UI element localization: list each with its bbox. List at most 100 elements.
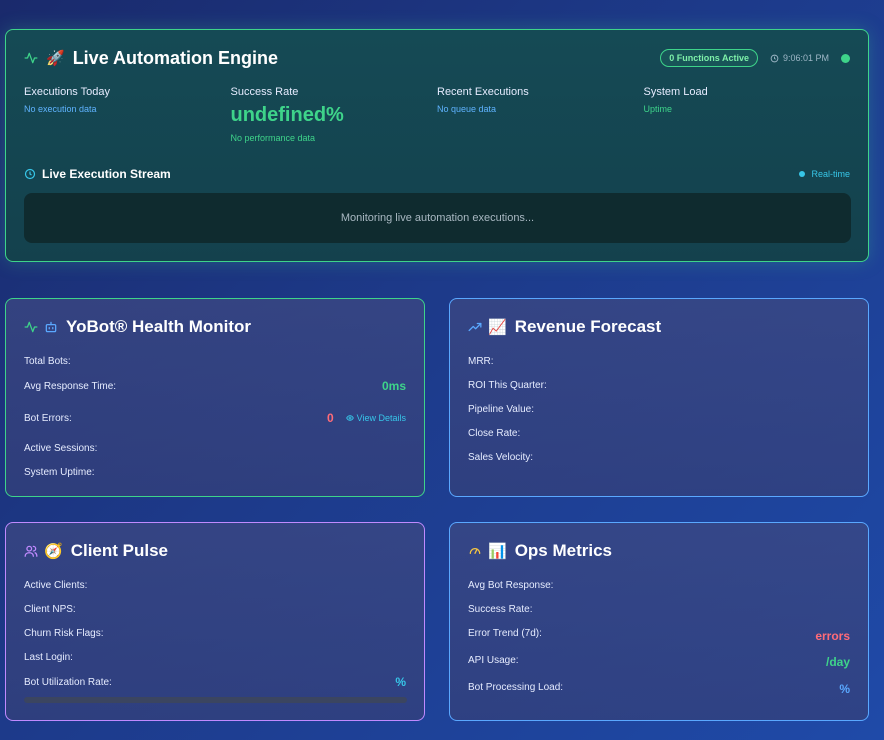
metric-label: Bot Errors: [24,412,72,424]
metric-churn-risk: Churn Risk Flags: [24,625,406,641]
metric-label: Churn Risk Flags: [24,627,104,639]
metric-success-rate: Success Rate: [468,601,850,617]
utilization-progress-bar [24,697,407,703]
metric-label: Bot Processing Load: [468,681,564,693]
dashboard: 🚀 Live Automation Engine 0 Functions Act… [0,0,884,740]
rocket-icon: 🚀 [46,50,65,67]
card-header: 📈 Revenue Forecast [468,315,850,339]
metric-pipeline-value: Pipeline Value: [468,401,850,417]
engine-stats: Executions Today No execution data Succe… [24,86,850,143]
realtime-dot [799,171,806,177]
trending-up-icon [468,320,482,334]
live-automation-engine-card: 🚀 Live Automation Engine 0 Functions Act… [5,29,869,262]
engine-time: 9:06:01 PM [782,53,829,63]
metric-label: Success Rate: [468,603,533,615]
metric-roi: ROI This Quarter: [468,377,850,393]
metric-bot-utilization: Bot Utilization Rate: % [24,674,406,690]
metric-value: 0 [326,411,334,425]
metric-active-sessions: Active Sessions: [24,440,406,456]
eye-icon [345,414,354,422]
metric-value: errors [815,629,850,643]
metric-label: API Usage: [468,654,519,666]
metric-bot-errors: Bot Errors: 0 View Details [24,410,406,426]
stat-label: Recent Executions [437,86,529,98]
engine-header: 🚀 Live Automation Engine 0 Functions Act… [24,46,850,70]
client-pulse-card: 🧭 Client Pulse Active Clients: Client NP… [5,522,425,721]
metric-label: Client NPS: [24,603,76,615]
health-monitor-card: YoBot® Health Monitor Total Bots: Avg Re… [5,298,425,497]
stat-label: Executions Today [24,86,111,98]
metric-error-trend: Error Trend (7d): errors [468,625,850,644]
stat-success-rate: Success Rate undefined% No performance d… [231,86,438,143]
stat-sub: No performance data [230,133,316,143]
card-header: YoBot® Health Monitor [24,315,406,339]
clock-icon [770,54,779,63]
metric-api-usage: API Usage: /day [468,652,850,670]
stat-sub: No execution data [24,104,97,114]
metric-label: ROI This Quarter: [468,379,547,391]
bot-icon [44,320,58,334]
metric-label: Active Sessions: [24,442,98,454]
metric-label: Avg Response Time: [24,380,117,392]
users-icon [24,544,38,558]
stream-title: Live Execution Stream [42,167,171,181]
engine-status: 0 Functions Active 9:06:01 PM [660,49,850,67]
card-header: 🧭 Client Pulse [24,539,406,563]
metric-client-nps: Client NPS: [24,601,406,617]
engine-clock: 9:06:01 PM [770,53,829,63]
stream-header: Live Execution Stream Real-time [24,167,850,181]
metric-mrr: MRR: [468,353,850,369]
metric-label: Close Rate: [468,427,521,439]
metric-avg-response-time: Avg Response Time: 0ms [24,378,406,394]
metric-label: Avg Bot Response: [468,579,554,591]
view-details-link[interactable]: View Details [345,413,406,423]
metric-total-bots: Total Bots: [24,353,406,369]
engine-title: Live Automation Engine [72,47,279,68]
execution-stream: Monitoring live automation executions... [24,193,851,243]
metric-sales-velocity: Sales Velocity: [468,449,850,465]
metric-active-clients: Active Clients: [24,577,406,593]
card-title: Revenue Forecast [514,317,662,336]
stat-value: undefined% [230,104,344,126]
stat-label: Success Rate [230,86,299,98]
functions-active-badge: 0 Functions Active [660,49,758,67]
ops-metrics-card: 📊 Ops Metrics Avg Bot Response: Success … [449,522,869,721]
metric-label: Error Trend (7d): [468,627,542,639]
stat-sub: No queue data [437,104,497,114]
metric-processing-load: Bot Processing Load: % [468,679,850,697]
activity-icon [24,51,38,65]
stat-label: System Load [643,86,708,98]
card-title: Ops Metrics [514,541,612,560]
stat-system-load: System Load Uptime [644,86,851,143]
metric-label: Total Bots: [24,355,71,367]
metric-label: Active Clients: [24,579,88,591]
metric-label: System Uptime: [24,466,95,478]
metric-value: % [839,682,850,696]
live-status-dot [841,53,850,63]
stat-sub: Uptime [643,104,673,114]
metric-value: % [395,675,406,689]
metric-label: Sales Velocity: [468,451,534,463]
bar-chart-icon: 📊 [488,543,507,560]
activity-icon [24,320,38,334]
metric-value: 0ms [381,379,406,393]
metric-label: MRR: [468,355,494,367]
metric-label: Bot Utilization Rate: [24,676,112,688]
clock-icon [24,168,36,180]
metric-avg-bot-response: Avg Bot Response: [468,577,850,593]
stat-recent-executions: Recent Executions No queue data [437,86,644,143]
metric-value: /day [825,655,850,669]
metric-label: Last Login: [24,651,73,663]
metric-label: Pipeline Value: [468,403,534,415]
gauge-icon [468,544,482,558]
stat-executions-today: Executions Today No execution data [24,86,231,143]
card-title: YoBot® Health Monitor [66,317,252,336]
card-title: Client Pulse [70,541,168,560]
metric-last-login: Last Login: [24,649,406,665]
metric-close-rate: Close Rate: [468,425,850,441]
compass-icon: 🧭 [44,543,63,560]
metric-system-uptime: System Uptime: [24,464,406,480]
stream-message: Monitoring live automation executions... [340,212,535,224]
realtime-label: Real-time [811,169,850,179]
realtime-indicator: Real-time [799,169,850,179]
